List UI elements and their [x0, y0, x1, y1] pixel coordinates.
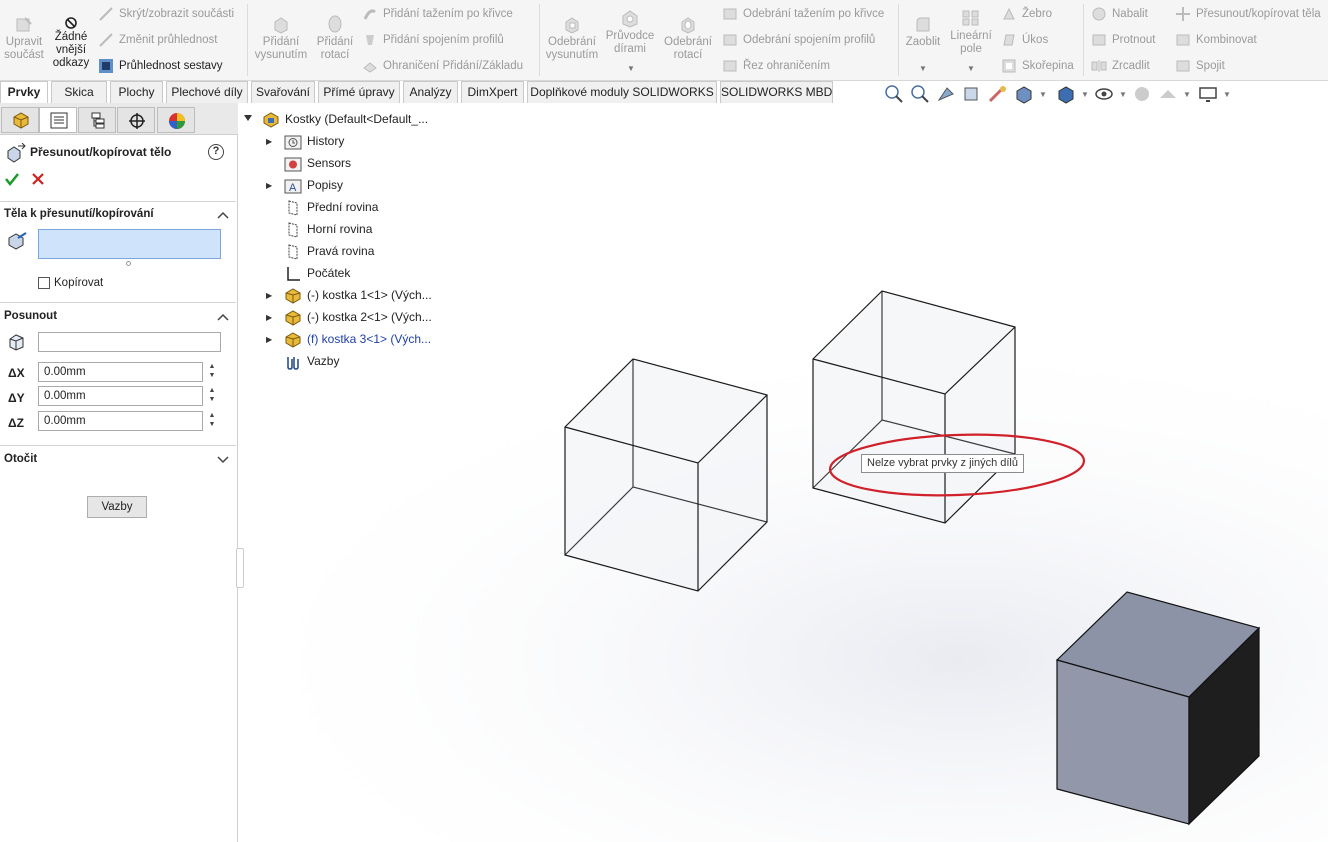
- graphics-viewport[interactable]: [0, 0, 1328, 842]
- selection-tooltip: Nelze vybrat prvky z jiných dílů: [861, 454, 1024, 473]
